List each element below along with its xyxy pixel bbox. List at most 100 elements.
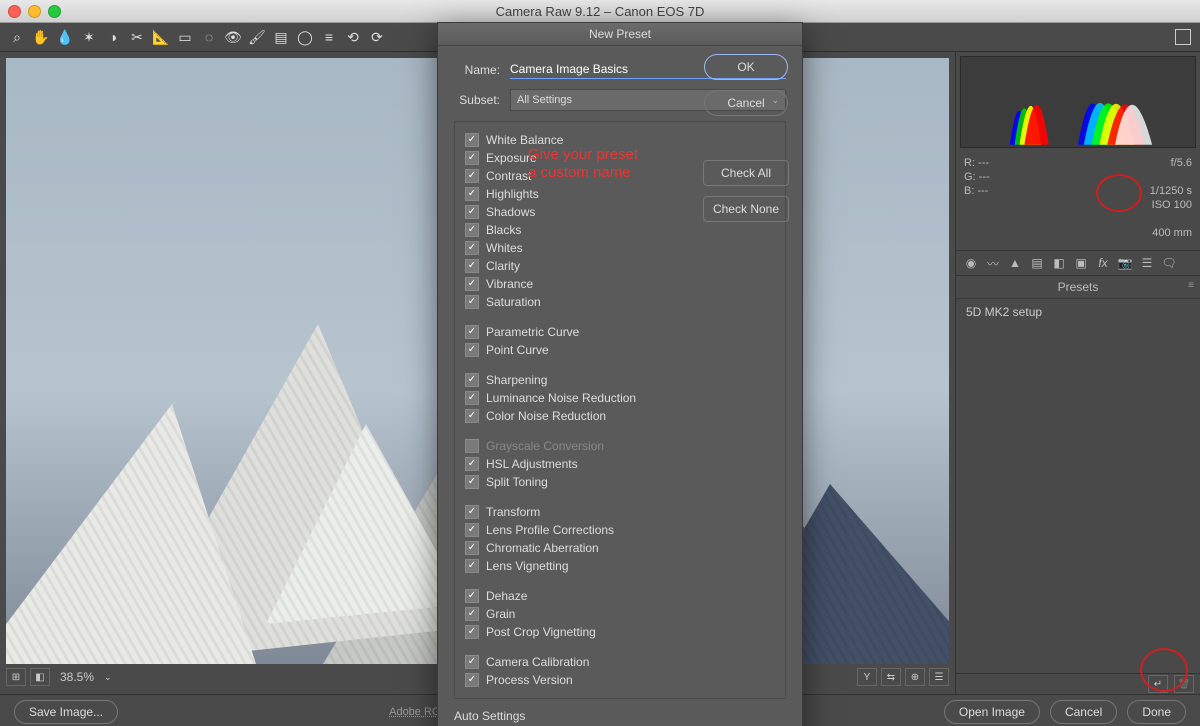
zoom-tool-icon[interactable]: ⌕ — [6, 26, 28, 48]
checkbox-dehaze[interactable]: Dehaze — [465, 588, 775, 604]
checkbox-vibrance[interactable]: Vibrance — [465, 276, 775, 292]
checkbox-box[interactable] — [465, 589, 479, 603]
info-g: G: --- — [964, 170, 990, 184]
tab-presets-icon[interactable]: ☰ — [1136, 253, 1158, 273]
check-none-button[interactable]: Check None — [703, 196, 789, 222]
histogram[interactable] — [960, 56, 1196, 148]
checkbox-box[interactable] — [465, 541, 479, 555]
rotate-ccw-icon[interactable]: ⟲ — [342, 26, 364, 48]
tab-hsl-icon[interactable]: ▤ — [1026, 253, 1048, 273]
checkbox-blacks[interactable]: Blacks — [465, 222, 775, 238]
dialog-cancel-button[interactable]: Cancel — [704, 90, 788, 116]
checkbox-grain[interactable]: Grain — [465, 606, 775, 622]
tab-detail-icon[interactable]: ▲ — [1004, 253, 1026, 273]
checkbox-label: White Balance — [486, 132, 563, 148]
hand-tool-icon[interactable]: ✋ — [30, 26, 52, 48]
checkbox-box[interactable] — [465, 133, 479, 147]
tab-basic-icon[interactable]: ◉ — [960, 253, 982, 273]
checkbox-box[interactable] — [465, 523, 479, 537]
tab-snapshots-icon[interactable]: 🗨 — [1158, 253, 1180, 273]
checkbox-box[interactable] — [465, 373, 479, 387]
checkbox-box[interactable] — [465, 475, 479, 489]
preferences-icon[interactable]: ≡ — [318, 26, 340, 48]
save-image-button[interactable]: Save Image... — [14, 700, 118, 724]
zoom-level[interactable]: 38.5% — [54, 669, 100, 685]
preview-prefs-icon[interactable]: ☰ — [929, 668, 949, 686]
checkbox-camera-calibration[interactable]: Camera Calibration — [465, 654, 775, 670]
checkbox-clarity[interactable]: Clarity — [465, 258, 775, 274]
checkbox-color-noise-reduction[interactable]: Color Noise Reduction — [465, 408, 775, 424]
done-button[interactable]: Done — [1127, 700, 1186, 724]
checkbox-box[interactable] — [465, 409, 479, 423]
checkbox-parametric-curve[interactable]: Parametric Curve — [465, 324, 775, 340]
checkbox-transform[interactable]: Transform — [465, 504, 775, 520]
checkbox-box[interactable] — [465, 625, 479, 639]
checkbox-box[interactable] — [465, 343, 479, 357]
preset-item[interactable]: 5D MK2 setup — [966, 305, 1190, 319]
fullscreen-toggle-icon[interactable] — [1172, 26, 1194, 48]
transform-tool-icon[interactable]: ▭ — [174, 26, 196, 48]
checkbox-box[interactable] — [465, 673, 479, 687]
crop-tool-icon[interactable]: ✂ — [126, 26, 148, 48]
checkbox-point-curve[interactable]: Point Curve — [465, 342, 775, 358]
targeted-adjustment-tool-icon[interactable]: ◑ — [102, 26, 124, 48]
white-balance-tool-icon[interactable]: 💧 — [54, 26, 76, 48]
auto-settings-label: Auto Settings — [454, 709, 786, 723]
checkbox-whites[interactable]: Whites — [465, 240, 775, 256]
checkbox-box[interactable] — [465, 277, 479, 291]
tab-camera-icon[interactable]: 📷 — [1114, 253, 1136, 273]
checkbox-box[interactable] — [465, 169, 479, 183]
radial-filter-tool-icon[interactable]: ◯ — [294, 26, 316, 48]
checkbox-label: Whites — [486, 240, 523, 256]
preview-compare-icon[interactable]: ◧ — [30, 668, 50, 686]
before-after-icon[interactable]: Y — [857, 668, 877, 686]
checkbox-process-version[interactable]: Process Version — [465, 672, 775, 688]
tab-lens-icon[interactable]: ▣ — [1070, 253, 1092, 273]
checkbox-box[interactable] — [465, 259, 479, 273]
checkbox-box[interactable] — [465, 205, 479, 219]
checkbox-box[interactable] — [465, 187, 479, 201]
checkbox-sharpening[interactable]: Sharpening — [465, 372, 775, 388]
adjustment-brush-tool-icon[interactable]: 🖌 — [246, 26, 268, 48]
spot-removal-tool-icon[interactable]: ◌ — [198, 26, 220, 48]
cancel-button[interactable]: Cancel — [1050, 700, 1117, 724]
swap-icon[interactable]: ⇆ — [881, 668, 901, 686]
checkbox-hsl-adjustments[interactable]: HSL Adjustments — [465, 456, 775, 472]
checkbox-box[interactable] — [465, 151, 479, 165]
checkbox-box[interactable] — [465, 607, 479, 621]
checkbox-post-crop-vignetting[interactable]: Post Crop Vignetting — [465, 624, 775, 640]
checkbox-box[interactable] — [465, 505, 479, 519]
checkbox-box[interactable] — [465, 241, 479, 255]
preset-list[interactable]: 5D MK2 setup — [956, 299, 1200, 673]
color-sampler-tool-icon[interactable]: ✶ — [78, 26, 100, 48]
preview-grid-icon[interactable]: ⊞ — [6, 668, 26, 686]
ok-button[interactable]: OK — [704, 54, 788, 80]
checkbox-box[interactable] — [465, 295, 479, 309]
tab-curve-icon[interactable]: 〰 — [982, 253, 1004, 273]
check-all-button[interactable]: Check All — [703, 160, 789, 186]
straighten-tool-icon[interactable]: 📐 — [150, 26, 172, 48]
checkbox-box[interactable] — [465, 559, 479, 573]
info-iso: ISO 100 — [1150, 198, 1192, 212]
checkbox-box[interactable] — [465, 457, 479, 471]
panel-menu-icon[interactable]: ≡ — [1188, 280, 1194, 291]
rotate-cw-icon[interactable]: ⟳ — [366, 26, 388, 48]
checkbox-box[interactable] — [465, 655, 479, 669]
checkbox-box[interactable] — [465, 223, 479, 237]
checkbox-box[interactable] — [465, 325, 479, 339]
zoom-menu-icon[interactable]: ⌄ — [104, 672, 112, 683]
red-eye-tool-icon[interactable]: 👁 — [222, 26, 244, 48]
tab-fx-icon[interactable]: fx — [1092, 253, 1114, 273]
graduated-filter-tool-icon[interactable]: ▤ — [270, 26, 292, 48]
copy-settings-icon[interactable]: ⊕ — [905, 668, 925, 686]
checkbox-box[interactable] — [465, 391, 479, 405]
checkbox-lens-vignetting[interactable]: Lens Vignetting — [465, 558, 775, 574]
checkbox-chromatic-aberration[interactable]: Chromatic Aberration — [465, 540, 775, 556]
checkbox-saturation[interactable]: Saturation — [465, 294, 775, 310]
checkbox-split-toning[interactable]: Split Toning — [465, 474, 775, 490]
checkbox-luminance-noise-reduction[interactable]: Luminance Noise Reduction — [465, 390, 775, 406]
checkbox-label: Post Crop Vignetting — [486, 624, 596, 640]
open-image-button[interactable]: Open Image — [944, 700, 1040, 724]
tab-split-icon[interactable]: ◧ — [1048, 253, 1070, 273]
checkbox-lens-profile-corrections[interactable]: Lens Profile Corrections — [465, 522, 775, 538]
